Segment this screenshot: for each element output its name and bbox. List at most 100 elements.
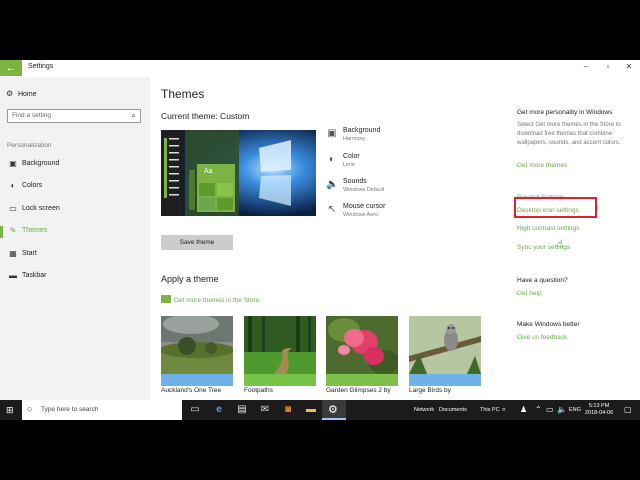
theme-preview: Aa bbox=[161, 130, 316, 216]
theme-tile-footpaths[interactable]: Footpaths bbox=[244, 316, 316, 400]
get-more-themes-link[interactable]: Get more themes bbox=[517, 162, 567, 169]
theme-tile-garden-glimpses[interactable]: Garden Glimpses 2 by bbox=[326, 316, 398, 400]
option-value: Windows Default bbox=[343, 187, 385, 193]
current-theme-label: Current theme: Custom bbox=[161, 111, 250, 121]
taskbar-search-box[interactable]: ○ Type here to search bbox=[22, 400, 182, 420]
window-title: Settings bbox=[28, 63, 54, 70]
theme-name: Large Birds by bbox=[409, 387, 451, 394]
taskbar-search-placeholder: Type here to search bbox=[41, 406, 99, 413]
system-clock[interactable]: 5:13 PM 2018-04-06 bbox=[585, 403, 613, 417]
sidebar-item-label: Start bbox=[22, 250, 37, 257]
theme-thumbnail bbox=[326, 316, 398, 374]
lock-screen-icon: ▭ bbox=[9, 204, 17, 213]
theme-color-bar bbox=[326, 374, 398, 386]
option-value: Lime bbox=[343, 162, 355, 168]
network-icon[interactable]: ▭ bbox=[546, 405, 554, 414]
sidebar-item-background[interactable]: ▣ Background bbox=[0, 159, 150, 173]
theme-color-bar bbox=[244, 374, 316, 386]
sidebar-item-colors[interactable]: ◐ Colors bbox=[0, 181, 150, 195]
show-hidden-icons-icon[interactable]: ⌃ bbox=[535, 405, 542, 414]
theme-tile-large-birds[interactable]: Large Birds by bbox=[409, 316, 481, 400]
volume-icon[interactable]: 🔈 bbox=[557, 405, 567, 414]
documents-toolbar-label[interactable]: Documents bbox=[439, 407, 467, 413]
search-placeholder: Find a setting bbox=[12, 112, 52, 119]
mail-icon[interactable]: ✉ bbox=[259, 404, 271, 416]
this-pc-toolbar-label[interactable]: This PC bbox=[480, 407, 500, 413]
back-button[interactable]: ← bbox=[0, 60, 22, 76]
image-icon: ▣ bbox=[327, 128, 337, 139]
theme-name: Garden Glimpses 2 by bbox=[326, 387, 391, 394]
home-label: Home bbox=[17, 91, 37, 98]
option-color[interactable]: ◐ Color Lime bbox=[326, 153, 426, 175]
high-contrast-settings-link[interactable]: High contrast settings bbox=[517, 225, 580, 232]
sidebar: ⚙ Home Find a setting ⌕ Personalization … bbox=[0, 77, 150, 400]
theme-name: Footpaths bbox=[244, 387, 273, 394]
get-help-link[interactable]: Get help bbox=[517, 290, 542, 297]
option-label: Background bbox=[343, 127, 381, 134]
palette-icon: ◐ bbox=[328, 154, 336, 165]
file-explorer-icon[interactable]: ▬ bbox=[305, 404, 317, 416]
sync-settings-link[interactable]: Sync your settings bbox=[517, 244, 570, 251]
personality-description: Select Get more themes in the Store to d… bbox=[517, 122, 621, 146]
store-themes-link[interactable]: Get more themes in the Store bbox=[161, 295, 259, 304]
sidebar-item-label: Themes bbox=[22, 227, 48, 234]
toolbar-expand-icon[interactable]: » bbox=[502, 407, 505, 413]
save-theme-button[interactable]: Save theme bbox=[161, 235, 233, 250]
clock-time: 5:13 PM bbox=[588, 403, 610, 409]
sidebar-item-label: Colors bbox=[22, 182, 43, 189]
task-view-icon[interactable]: ▭ bbox=[189, 404, 201, 416]
feedback-heading: Make Windows better bbox=[517, 321, 580, 328]
taskbar: ⊞ ○ Type here to search ▭ e ▤ ✉ ◙ ▬ ⚙ Ne… bbox=[0, 400, 640, 420]
theme-thumbnail bbox=[244, 316, 316, 374]
section-label: Personalization bbox=[7, 142, 52, 149]
theme-color-bar bbox=[409, 374, 481, 386]
page-title: Themes bbox=[161, 87, 205, 101]
option-value: Harmony bbox=[343, 136, 366, 142]
apply-theme-heading: Apply a theme bbox=[161, 274, 219, 284]
app-orange-icon[interactable]: ◙ bbox=[282, 404, 294, 416]
gear-icon: ⚙ bbox=[328, 404, 338, 416]
home-link[interactable]: ⚙ Home bbox=[6, 89, 37, 98]
store-bag-icon[interactable]: ▤ bbox=[236, 404, 248, 416]
sidebar-item-start[interactable]: ▦ Start bbox=[0, 249, 150, 263]
sidebar-item-taskbar[interactable]: ▬ Taskbar bbox=[0, 271, 150, 285]
edge-browser-icon[interactable]: e bbox=[213, 404, 225, 416]
option-background[interactable]: ▣ Background Harmony bbox=[326, 127, 426, 149]
close-button[interactable]: ✕ bbox=[623, 62, 635, 71]
themes-icon: ✎ bbox=[9, 226, 17, 235]
notification-icon[interactable]: ▢ bbox=[624, 405, 632, 414]
people-icon[interactable]: ♟ bbox=[520, 405, 527, 414]
maximize-button[interactable]: ▫ bbox=[602, 62, 614, 71]
gear-icon: ⚙ bbox=[6, 89, 14, 98]
theme-name: Auckland's One Tree bbox=[161, 387, 222, 394]
taskbar-icon: ▬ bbox=[9, 271, 17, 280]
option-label: Color bbox=[343, 153, 360, 160]
network-toolbar-label[interactable]: Network bbox=[414, 407, 434, 413]
option-sounds[interactable]: 🔈 Sounds Windows Default bbox=[326, 178, 426, 200]
start-icon: ▦ bbox=[9, 249, 17, 258]
windows-start-icon[interactable]: ⊞ bbox=[6, 405, 14, 416]
theme-tile-aucklands-one-tree[interactable]: Auckland's One Tree bbox=[161, 316, 233, 400]
title-bar: ← Settings – ▫ ✕ bbox=[0, 60, 640, 77]
settings-window: ← Settings – ▫ ✕ ⚙ Home Find a setting ⌕… bbox=[0, 60, 640, 400]
sidebar-item-lock-screen[interactable]: ▭ Lock screen bbox=[0, 204, 150, 218]
question-heading: Have a question? bbox=[517, 277, 568, 284]
sidebar-item-themes[interactable]: ✎ Themes bbox=[0, 226, 150, 240]
search-icon: ⌕ bbox=[131, 111, 136, 120]
clock-date: 2018-04-06 bbox=[585, 410, 614, 416]
option-mouse-cursor[interactable]: ↖ Mouse cursor Windows Aero bbox=[326, 203, 426, 225]
sidebar-item-label: Lock screen bbox=[22, 205, 60, 212]
search-icon: ○ bbox=[27, 404, 33, 414]
give-feedback-link[interactable]: Give us feedback bbox=[517, 334, 567, 341]
sidebar-item-label: Background bbox=[22, 160, 60, 167]
cursor-icon: ↖ bbox=[327, 204, 337, 215]
personality-heading: Get more personality in Windows bbox=[517, 109, 613, 116]
speaker-icon: 🔈 bbox=[326, 179, 339, 190]
search-input[interactable]: Find a setting ⌕ bbox=[7, 109, 141, 123]
palette-icon: ◐ bbox=[10, 181, 16, 190]
preview-wallpaper bbox=[161, 130, 316, 216]
language-indicator[interactable]: ENG bbox=[569, 407, 581, 413]
store-icon bbox=[161, 295, 171, 303]
minimize-button[interactable]: – bbox=[580, 62, 592, 71]
settings-taskbar-button[interactable]: ⚙ bbox=[322, 400, 346, 420]
